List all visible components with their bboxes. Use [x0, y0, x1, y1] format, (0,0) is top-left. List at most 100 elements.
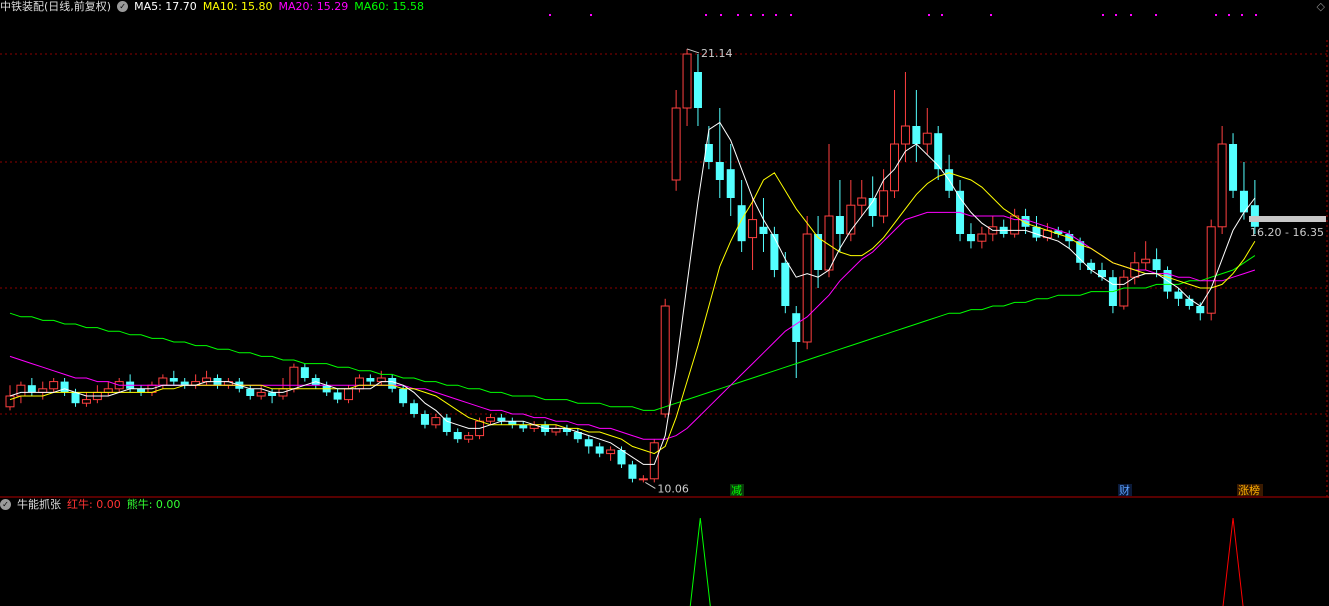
event-dot [762, 14, 764, 16]
candle-body [671, 107, 681, 181]
event-dot [1130, 14, 1132, 16]
candle-body [802, 233, 812, 343]
candle-body [169, 378, 178, 382]
chart-header: 中铁装配(日线,前复权) ✓ MA5: 17.70 MA10: 15.80 MA… [0, 0, 424, 14]
event-dot [941, 14, 943, 16]
candle-body [344, 388, 354, 401]
candle-body [900, 125, 910, 145]
candle-body [49, 381, 59, 390]
candle-body [410, 403, 419, 414]
event-dot [737, 14, 739, 16]
ma20-label: MA20: 15.29 [278, 0, 349, 13]
ma20-line [9, 211, 1256, 440]
event-dot [1255, 14, 1257, 16]
candle-body [38, 388, 48, 393]
candle-body [81, 399, 91, 404]
candle-body [595, 446, 604, 454]
candle-body [693, 72, 702, 108]
event-dot [1241, 14, 1243, 16]
candle-body [660, 305, 670, 415]
candle-body [912, 126, 921, 144]
sub-panel-toggle-icon[interactable]: ✓ [0, 499, 11, 510]
event-dot [990, 14, 992, 16]
ma10-label: MA10: 15.80 [202, 0, 273, 13]
stock-title[interactable]: 中铁装配(日线,前复权) [0, 0, 111, 14]
candle-body [638, 478, 648, 481]
candle-body [497, 417, 506, 422]
event-dot [1115, 14, 1117, 16]
candle-body [268, 392, 277, 396]
event-dot [750, 14, 752, 16]
candle-body [1141, 258, 1151, 264]
candle-body [879, 190, 889, 217]
candle-body [748, 219, 758, 239]
candle-body [485, 417, 495, 422]
candle-body [256, 391, 266, 397]
zhangbang-marker: 涨榜 [1238, 483, 1260, 497]
kline-chart-area[interactable]: 21.14 10.06 16.20 - 16.35 减 财 涨榜 [0, 0, 1329, 606]
high-pointer [686, 48, 700, 54]
signal-spike-0 [689, 517, 711, 606]
candle-body [1119, 276, 1129, 307]
high-price-label: 21.14 [701, 47, 733, 60]
event-dot [549, 14, 551, 16]
cai-marker: 财 [1119, 483, 1130, 497]
jian-marker: 减 [731, 484, 742, 497]
candle-body [366, 378, 375, 382]
ma10-line [9, 172, 1256, 455]
candle-body [726, 169, 735, 198]
candle-body [682, 53, 692, 109]
low-price-label: 10.06 [657, 482, 689, 495]
candle-body [606, 449, 616, 455]
candle-body [464, 435, 474, 440]
candle-body [431, 417, 441, 426]
green-bull-label: 熊牛: 0.00 [126, 498, 181, 511]
candle-body [420, 414, 429, 425]
candle-body [628, 464, 637, 479]
event-dot [1215, 14, 1217, 16]
candle-body [922, 132, 932, 145]
candle-body [137, 388, 146, 393]
candle-body [1196, 306, 1205, 314]
candle-body [759, 226, 768, 234]
candle-body [103, 388, 113, 393]
event-dot [775, 14, 777, 16]
event-dot [1228, 14, 1230, 16]
event-dot [928, 14, 930, 16]
settings-toggle-icon[interactable]: ✓ [117, 1, 129, 12]
candle-body [934, 133, 943, 170]
ma60-line [9, 255, 1256, 411]
candle-body [1098, 270, 1106, 278]
candle-body [857, 197, 867, 206]
candle-body [770, 234, 779, 270]
sub-panel-title[interactable]: 牛能抓张 [17, 498, 61, 512]
candle-body [835, 216, 844, 234]
signal-spike-1 [1222, 517, 1244, 606]
candle-body [16, 384, 26, 397]
candle-body [890, 143, 900, 192]
event-dot [1155, 14, 1157, 16]
event-dot [1102, 14, 1104, 16]
candle-body [399, 388, 408, 404]
ma5-line [9, 121, 1256, 465]
price-range-label: 16.20 - 16.35 [1250, 226, 1324, 239]
candle-body [1174, 291, 1183, 299]
candle-body [60, 381, 69, 393]
candle-body [781, 262, 790, 306]
candle-body [1217, 143, 1227, 228]
candle-body [300, 367, 309, 378]
candle-body [584, 439, 593, 447]
candle-body [246, 388, 255, 396]
expand-diamond-icon[interactable]: ◇ [1317, 0, 1325, 14]
candle-body [376, 377, 386, 383]
candle-body [551, 427, 561, 433]
candle-body [649, 442, 659, 480]
ma5-label: MA5: 17.70 [134, 0, 197, 13]
candle-body [1185, 298, 1194, 306]
candle-body [1152, 259, 1161, 270]
candle-body [1087, 262, 1096, 270]
candle-body [1206, 226, 1216, 314]
candle-body [737, 205, 746, 242]
candle-body [966, 234, 975, 242]
event-dot [705, 14, 707, 16]
